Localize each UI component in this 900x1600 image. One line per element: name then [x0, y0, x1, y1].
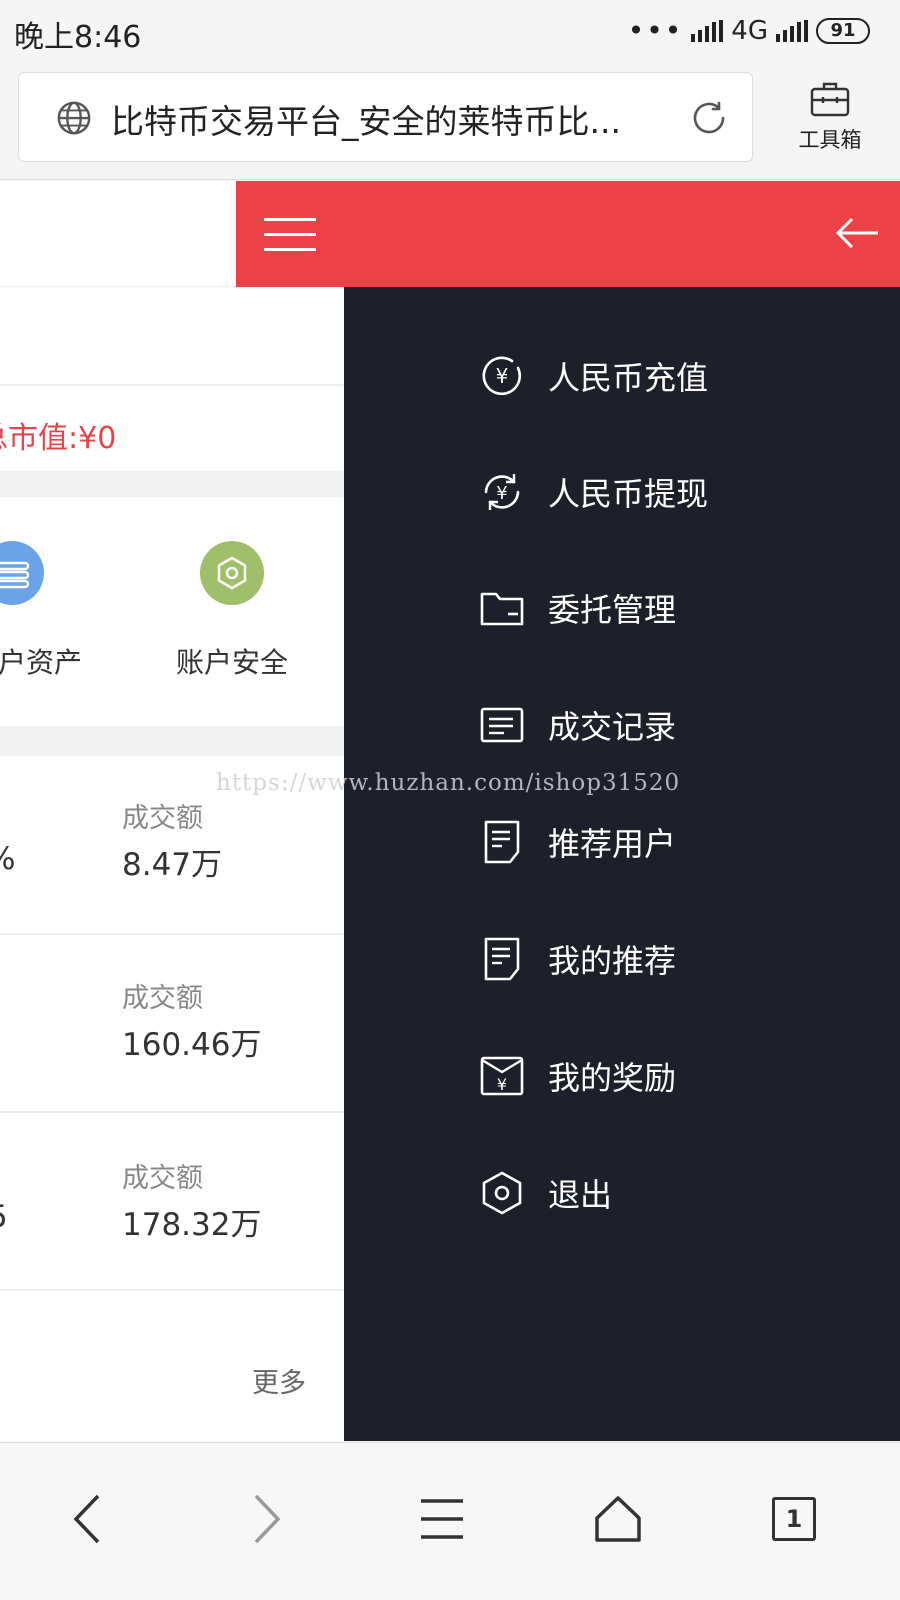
document-icon — [478, 935, 526, 983]
toolbox-icon — [810, 82, 850, 117]
market-row-label: 成交额 — [122, 983, 203, 1014]
quick-action-label[interactable]: 账户资产 — [0, 641, 82, 681]
menu-item-label: 人民币提现 — [548, 475, 709, 513]
market-row-left-value: % — [0, 841, 15, 877]
menu-item-label: 我的奖励 — [548, 1059, 677, 1097]
signal-icon-2 — [776, 19, 808, 42]
status-time: 晚上8:46 — [14, 20, 142, 55]
market-row-value: 178.32万 — [122, 1207, 262, 1243]
signal-icon — [691, 19, 724, 42]
yuan-refresh-icon: ¥ — [478, 468, 526, 516]
hexagon-icon[interactable] — [200, 541, 264, 605]
home-icon[interactable] — [578, 1479, 658, 1559]
side-drawer: ¥ 人民币充值 ¥ 人民币提现 委托管理 成交记录 推荐用户 我的推荐 ¥ 我的… — [344, 181, 900, 1441]
status-bar: 晚上8:46 ••• 4G 91 — [0, 0, 900, 60]
menu-item-label: 人民币充值 — [548, 359, 709, 397]
svg-text:¥: ¥ — [497, 1075, 507, 1094]
market-row-label: 成交额 — [122, 1163, 203, 1194]
more-link[interactable]: 更多 — [252, 1361, 306, 1400]
menu-item-logout[interactable]: 退出 — [478, 1163, 612, 1223]
market-row-value: 8.47万 — [122, 847, 223, 883]
browser-bottom-nav: 1 — [0, 1442, 900, 1600]
menu-item-trades[interactable]: 成交记录 — [478, 695, 676, 755]
menu-item-label: 成交记录 — [548, 708, 677, 746]
menu-item-refer[interactable]: 推荐用户 — [478, 812, 676, 872]
market-row-left-value: 5 — [0, 1199, 8, 1235]
battery-icon: 91 — [816, 17, 870, 44]
status-indicators: ••• 4G 91 — [628, 14, 870, 47]
layers-icon[interactable] — [0, 541, 44, 605]
toolbox-label: 工具箱 — [798, 128, 862, 152]
menu-item-label: 退出 — [548, 1176, 613, 1214]
envelope-yuan-icon: ¥ — [478, 1052, 526, 1100]
menu-item-label: 我的推荐 — [548, 942, 677, 980]
hamburger-menu-button[interactable] — [236, 181, 344, 287]
hexagon-icon — [478, 1169, 526, 1217]
document-icon — [478, 818, 526, 866]
more-dots-icon: ••• — [627, 14, 684, 47]
svg-text:¥: ¥ — [496, 364, 509, 388]
forward-icon[interactable] — [226, 1479, 306, 1559]
svg-text:¥: ¥ — [496, 483, 507, 504]
tab-count: 1 — [772, 1497, 816, 1541]
menu-item-orders[interactable]: 委托管理 — [478, 578, 676, 638]
menu-item-label: 推荐用户 — [548, 825, 677, 863]
browser-toolbar: 比特币交易平台_安全的莱特币比... 工具箱 — [0, 60, 900, 180]
yuan-circle-icon: ¥ — [478, 352, 526, 400]
menu-item-deposit[interactable]: ¥ 人民币充值 — [478, 346, 708, 406]
watermark: https://www.huzhan.com/ishop31520 — [216, 770, 681, 796]
market-row-label: 成交额 — [122, 803, 203, 834]
folder-icon — [478, 584, 526, 632]
menu-icon[interactable] — [402, 1479, 482, 1559]
page-content: 总市值:¥0 账户资产 账户安全 成交额 8.47万 % 成交额 160.46万… — [0, 181, 344, 1441]
page-header — [0, 181, 344, 287]
toolbox-button[interactable]: 工具箱 — [780, 80, 880, 160]
menu-item-my-referrals[interactable]: 我的推荐 — [478, 929, 676, 989]
quick-action-label[interactable]: 账户安全 — [176, 641, 288, 681]
reload-icon[interactable] — [688, 97, 730, 139]
list-icon — [478, 701, 526, 749]
address-bar[interactable]: 比特币交易平台_安全的莱特币比... — [18, 72, 753, 162]
menu-item-withdraw[interactable]: ¥ 人民币提现 — [478, 462, 708, 522]
menu-item-rewards[interactable]: ¥ 我的奖励 — [478, 1046, 676, 1106]
network-type: 4G — [731, 15, 768, 46]
market-row-value: 160.46万 — [122, 1027, 262, 1063]
total-value: 总市值:¥0 — [0, 421, 117, 456]
back-icon[interactable] — [48, 1479, 128, 1559]
globe-icon — [57, 101, 91, 135]
tabs-icon[interactable]: 1 — [754, 1479, 834, 1559]
arrow-left-icon[interactable] — [834, 211, 882, 255]
drawer-header — [344, 181, 900, 287]
menu-item-label: 委托管理 — [548, 591, 677, 629]
url-text: 比特币交易平台_安全的莱特币比... — [111, 102, 621, 141]
